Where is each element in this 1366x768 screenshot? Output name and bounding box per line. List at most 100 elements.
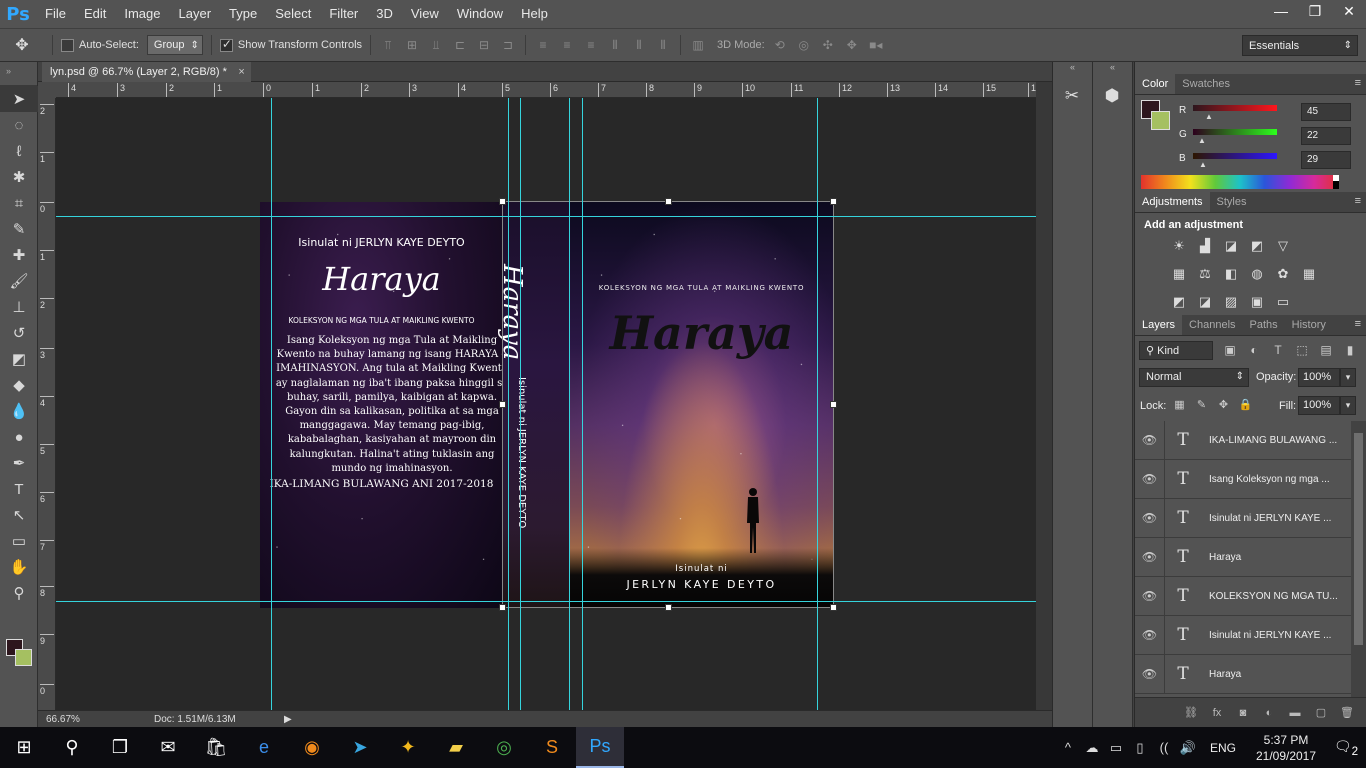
transform-handle[interactable]: [830, 198, 837, 205]
paint-bucket-tool-icon[interactable]: ◆: [0, 372, 38, 398]
hue-saturation-icon[interactable]: ▦: [1169, 264, 1189, 284]
store-icon[interactable]: 🛍: [192, 727, 240, 768]
distribute-bottom-icon[interactable]: ≡: [582, 36, 600, 54]
guide-line[interactable]: [582, 98, 583, 710]
layer-row[interactable]: 👁 T Isinulat ni JERLYN KAYE ...: [1135, 615, 1351, 655]
tab-channels[interactable]: Channels: [1182, 315, 1242, 335]
dodge-tool-icon[interactable]: ●: [0, 424, 38, 450]
black-white-icon[interactable]: ◧: [1221, 264, 1241, 284]
layer-style-icon[interactable]: fx: [1209, 705, 1225, 721]
black-swatch[interactable]: [1333, 181, 1339, 189]
type-tool-icon[interactable]: T: [0, 476, 38, 502]
tab-history[interactable]: History: [1285, 315, 1333, 335]
notification-center-icon[interactable]: 🗨2: [1326, 738, 1366, 758]
distribute-right-icon[interactable]: ⦀: [654, 36, 672, 54]
quick-select-tool-icon[interactable]: ✱: [0, 164, 38, 190]
auto-select-toggle[interactable]: Auto-Select:: [61, 38, 139, 52]
transform-handle[interactable]: [665, 198, 672, 205]
vibrance-icon[interactable]: ▽: [1273, 236, 1293, 256]
distribute-vcenter-icon[interactable]: ≡: [558, 36, 576, 54]
invert-icon[interactable]: ◩: [1169, 292, 1189, 312]
opacity-dropdown-icon[interactable]: ▾: [1340, 368, 1356, 387]
transform-handle[interactable]: [499, 401, 506, 408]
start-icon[interactable]: ⊞: [0, 727, 48, 768]
horizontal-ruler[interactable]: 4 3 2 1 0 1 2 3 4 5 6 7 8 9 10 11 12 13 …: [56, 82, 1041, 98]
menu-help[interactable]: Help: [512, 0, 557, 28]
lock-pixels-icon[interactable]: ✎: [1193, 396, 1210, 413]
color-lookup-icon[interactable]: ▦: [1299, 264, 1319, 284]
blue-value[interactable]: 29: [1301, 151, 1351, 169]
canvas-vertical-scrollbar[interactable]: [1036, 82, 1052, 710]
healing-brush-tool-icon[interactable]: ✚: [0, 242, 38, 268]
panel-menu-icon[interactable]: ≡: [1355, 318, 1361, 330]
filter-adjustment-icon[interactable]: ◐: [1245, 341, 1263, 359]
menu-filter[interactable]: Filter: [320, 0, 367, 28]
3d-rotate-icon[interactable]: ⟲: [771, 36, 789, 54]
layer-name[interactable]: KOLEKSYON NG MGA TU...: [1209, 591, 1349, 602]
align-right-icon[interactable]: ⊐: [499, 36, 517, 54]
eraser-tool-icon[interactable]: ◩: [0, 346, 38, 372]
color-panel-background[interactable]: [1151, 111, 1170, 130]
lock-all-icon[interactable]: 🔒: [1237, 396, 1254, 413]
crop-tool-icon[interactable]: ⌗: [0, 190, 38, 216]
gradient-map-icon[interactable]: ▭: [1273, 292, 1293, 312]
tab-paths[interactable]: Paths: [1243, 315, 1285, 335]
visibility-eye-icon[interactable]: 👁: [1135, 421, 1165, 460]
green-slider[interactable]: [1193, 129, 1277, 135]
distribute-hcenter-icon[interactable]: ⦀: [630, 36, 648, 54]
red-slider[interactable]: [1193, 105, 1277, 111]
chrome-icon[interactable]: ◎: [480, 727, 528, 768]
opacity-input[interactable]: 100%: [1298, 368, 1340, 387]
auto-align-icon[interactable]: ▥: [689, 36, 707, 54]
rectangle-tool-icon[interactable]: ▭: [0, 528, 38, 554]
blend-mode-dropdown[interactable]: Normal: [1139, 368, 1249, 387]
visibility-eye-icon[interactable]: 👁: [1135, 654, 1165, 694]
menu-3d[interactable]: 3D: [367, 0, 402, 28]
layer-row[interactable]: 👁 T Haraya: [1135, 537, 1351, 577]
expand-icon[interactable]: «: [1093, 62, 1132, 74]
search-icon[interactable]: ⚲: [48, 727, 96, 768]
slider-thumb-icon[interactable]: ▲: [1199, 160, 1207, 169]
fl-studio-icon[interactable]: ✦: [384, 727, 432, 768]
filter-shape-icon[interactable]: ⬚: [1293, 341, 1311, 359]
auto-select-dropdown[interactable]: Group: [146, 35, 203, 55]
visibility-eye-icon[interactable]: 👁: [1135, 615, 1165, 655]
panel-menu-icon[interactable]: ≡: [1355, 195, 1361, 207]
align-vcenter-icon[interactable]: ⊞: [403, 36, 421, 54]
visibility-eye-icon[interactable]: 👁: [1135, 537, 1165, 577]
guide-line[interactable]: [569, 98, 570, 710]
blue-slider[interactable]: [1193, 153, 1277, 159]
eyedropper-tool-icon[interactable]: ✎: [0, 216, 38, 242]
color-balance-icon[interactable]: ⚖: [1195, 264, 1215, 284]
mail-icon[interactable]: ✉: [144, 727, 192, 768]
3d-slide-icon[interactable]: ✥: [843, 36, 861, 54]
menu-edit[interactable]: Edit: [75, 0, 115, 28]
lock-position-icon[interactable]: ✥: [1215, 396, 1232, 413]
tab-styles[interactable]: Styles: [1210, 192, 1254, 212]
sublime-icon[interactable]: S: [528, 727, 576, 768]
transform-handle[interactable]: [499, 198, 506, 205]
move-tool-preset-icon[interactable]: ✥: [0, 28, 44, 62]
3d-panel-icon[interactable]: ⬢: [1093, 82, 1131, 110]
channel-mixer-icon[interactable]: ✿: [1273, 264, 1293, 284]
red-value[interactable]: 45: [1301, 103, 1351, 121]
selective-color-icon[interactable]: ▣: [1247, 292, 1267, 312]
menu-view[interactable]: View: [402, 0, 448, 28]
expand-icon[interactable]: «: [1053, 62, 1092, 74]
posterize-icon[interactable]: ◪: [1195, 292, 1215, 312]
scrollbar-thumb[interactable]: [1354, 433, 1363, 645]
layer-filter-dropdown[interactable]: ⚲ Kind: [1139, 341, 1213, 360]
volume-icon[interactable]: 🔊: [1176, 740, 1200, 756]
new-group-icon[interactable]: ▬: [1287, 705, 1303, 721]
zoom-tool-icon[interactable]: ⚲: [0, 580, 38, 606]
layer-name[interactable]: Haraya: [1209, 669, 1349, 680]
vertical-ruler[interactable]: 2 1 0 1 2 3 4 5 6 7 8 9 0: [38, 98, 56, 710]
visibility-eye-icon[interactable]: 👁: [1135, 576, 1165, 616]
green-value[interactable]: 22: [1301, 127, 1351, 145]
align-left-icon[interactable]: ⊏: [451, 36, 469, 54]
filter-type-icon[interactable]: T: [1269, 341, 1287, 359]
auto-select-checkbox[interactable]: [61, 38, 74, 52]
menu-select[interactable]: Select: [266, 0, 320, 28]
menu-file[interactable]: File: [36, 0, 75, 28]
layer-name[interactable]: Haraya: [1209, 552, 1349, 563]
